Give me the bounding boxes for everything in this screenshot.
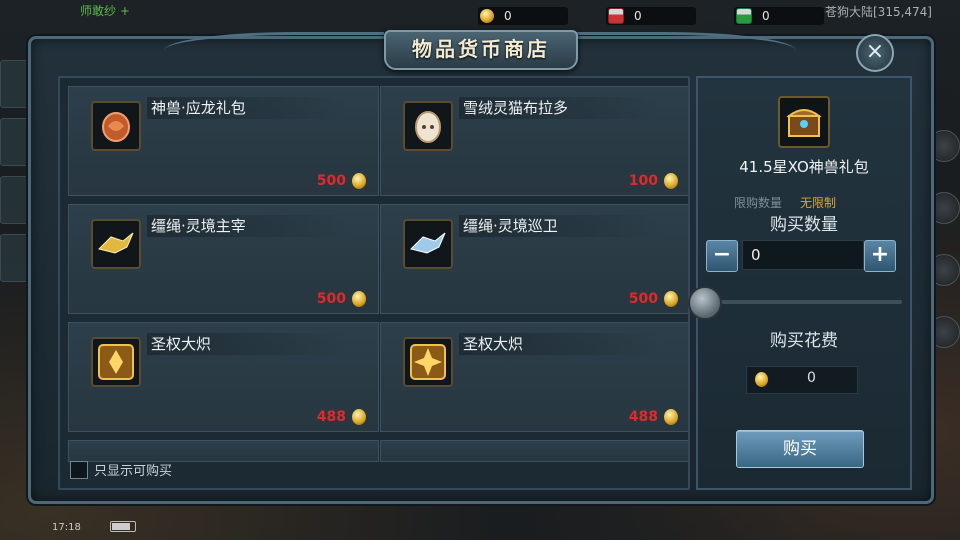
purchase-limit-value: 无限制 [800, 196, 837, 210]
cat-egg-icon [403, 101, 453, 151]
gold-egg-icon [664, 409, 678, 425]
gold-egg-icon [352, 173, 366, 189]
slider-handle[interactable] [688, 286, 722, 320]
item-card[interactable] [68, 440, 379, 462]
purchase-detail-panel: 41.5星XO神兽礼包 限购数量 无限制 购买数量 − 0 + 购买花费 0 购买 [688, 76, 912, 490]
dragon-gift-icon [91, 101, 141, 151]
region-coordinates: 苍狗大陆[315,474] [825, 5, 932, 19]
side-tab-3[interactable] [0, 176, 28, 224]
quantity-stepper: − 0 + [706, 240, 898, 272]
item-card[interactable]: 缰绳·灵境巡卫 500 [380, 204, 688, 314]
cost-value: 0 [807, 370, 816, 386]
gold-counter: 0 [478, 7, 568, 25]
side-tab-4[interactable] [0, 234, 28, 282]
emblem-icon [403, 337, 453, 387]
quantity-label: 购买数量 [770, 215, 838, 235]
close-icon: × [865, 39, 885, 64]
item-price: 488 [316, 409, 346, 425]
filter-label: 只显示可购买 [94, 464, 173, 479]
item-name: 神兽·应龙礼包 [147, 97, 351, 119]
gold-egg-icon [755, 372, 768, 387]
gold-egg-icon [352, 409, 366, 425]
item-name: 圣权大炽 [147, 333, 351, 355]
left-side-menu [0, 60, 30, 292]
item-name: 缰绳·灵境主宰 [147, 215, 351, 237]
side-tab-2[interactable] [0, 118, 28, 166]
close-button[interactable]: × [856, 34, 894, 72]
shop-title: 物品货币商店 [384, 30, 578, 70]
gold-egg-icon [480, 9, 494, 23]
item-price: 100 [628, 173, 658, 189]
item-price: 500 [628, 291, 658, 307]
filter-option[interactable]: 只显示可购买 [70, 460, 172, 479]
hud-left-text: 师敢纱 + [80, 4, 130, 18]
clock: 17:18 [52, 522, 81, 533]
item-price: 500 [316, 291, 346, 307]
quantity-slider[interactable] [688, 286, 902, 320]
side-tab-1[interactable] [0, 60, 28, 108]
item-name: 缰绳·灵境巡卫 [459, 215, 663, 237]
selected-item-name: 41.5星XO神兽礼包 [739, 158, 869, 176]
buy-button[interactable]: 购买 [736, 430, 864, 468]
item-price: 500 [316, 173, 346, 189]
item-card[interactable]: 缰绳·灵境主宰 500 [68, 204, 379, 314]
gold-egg-icon [352, 291, 366, 307]
cost-display: 0 [746, 366, 858, 394]
gold-egg-icon [664, 291, 678, 307]
battery-icon [110, 521, 136, 532]
quantity-input[interactable]: 0 [742, 240, 864, 270]
top-hud: 师敢纱 + 0 0 0 苍狗大陆[315,474] [0, 0, 960, 30]
item-card[interactable]: 神兽·应龙礼包 500 [68, 86, 379, 196]
gold-egg-icon [664, 173, 678, 189]
rein-silver-icon [403, 219, 453, 269]
item-card[interactable]: 圣权大炽 488 [68, 322, 379, 432]
emblem-icon [91, 337, 141, 387]
bottom-status-bar: 17:18 [0, 518, 960, 540]
rein-golden-icon [91, 219, 141, 269]
treasure-chest-icon [778, 96, 830, 148]
red-gift-icon [608, 8, 624, 24]
cost-label: 购买花费 [770, 331, 838, 351]
item-name: 圣权大炽 [459, 333, 663, 355]
item-price: 488 [628, 409, 658, 425]
item-card[interactable]: 雪绒灵猫布拉多 100 [380, 86, 688, 196]
green-gift-icon [736, 8, 752, 24]
purchase-limit: 限购数量 无限制 [734, 196, 837, 210]
increase-button[interactable]: + [864, 240, 896, 272]
purchasable-only-checkbox[interactable] [70, 460, 88, 479]
item-card[interactable]: 圣权大炽 488 [380, 322, 688, 432]
red-gift-counter: 0 [606, 7, 696, 25]
item-list[interactable]: 神兽·应龙礼包 500 雪绒灵猫布拉多 100 缰绳·灵境主宰 500 缰绳·灵… [58, 76, 690, 490]
decrease-button[interactable]: − [706, 240, 738, 272]
item-name: 雪绒灵猫布拉多 [459, 97, 663, 119]
item-card[interactable] [380, 440, 688, 462]
green-gift-counter: 0 [734, 7, 824, 25]
